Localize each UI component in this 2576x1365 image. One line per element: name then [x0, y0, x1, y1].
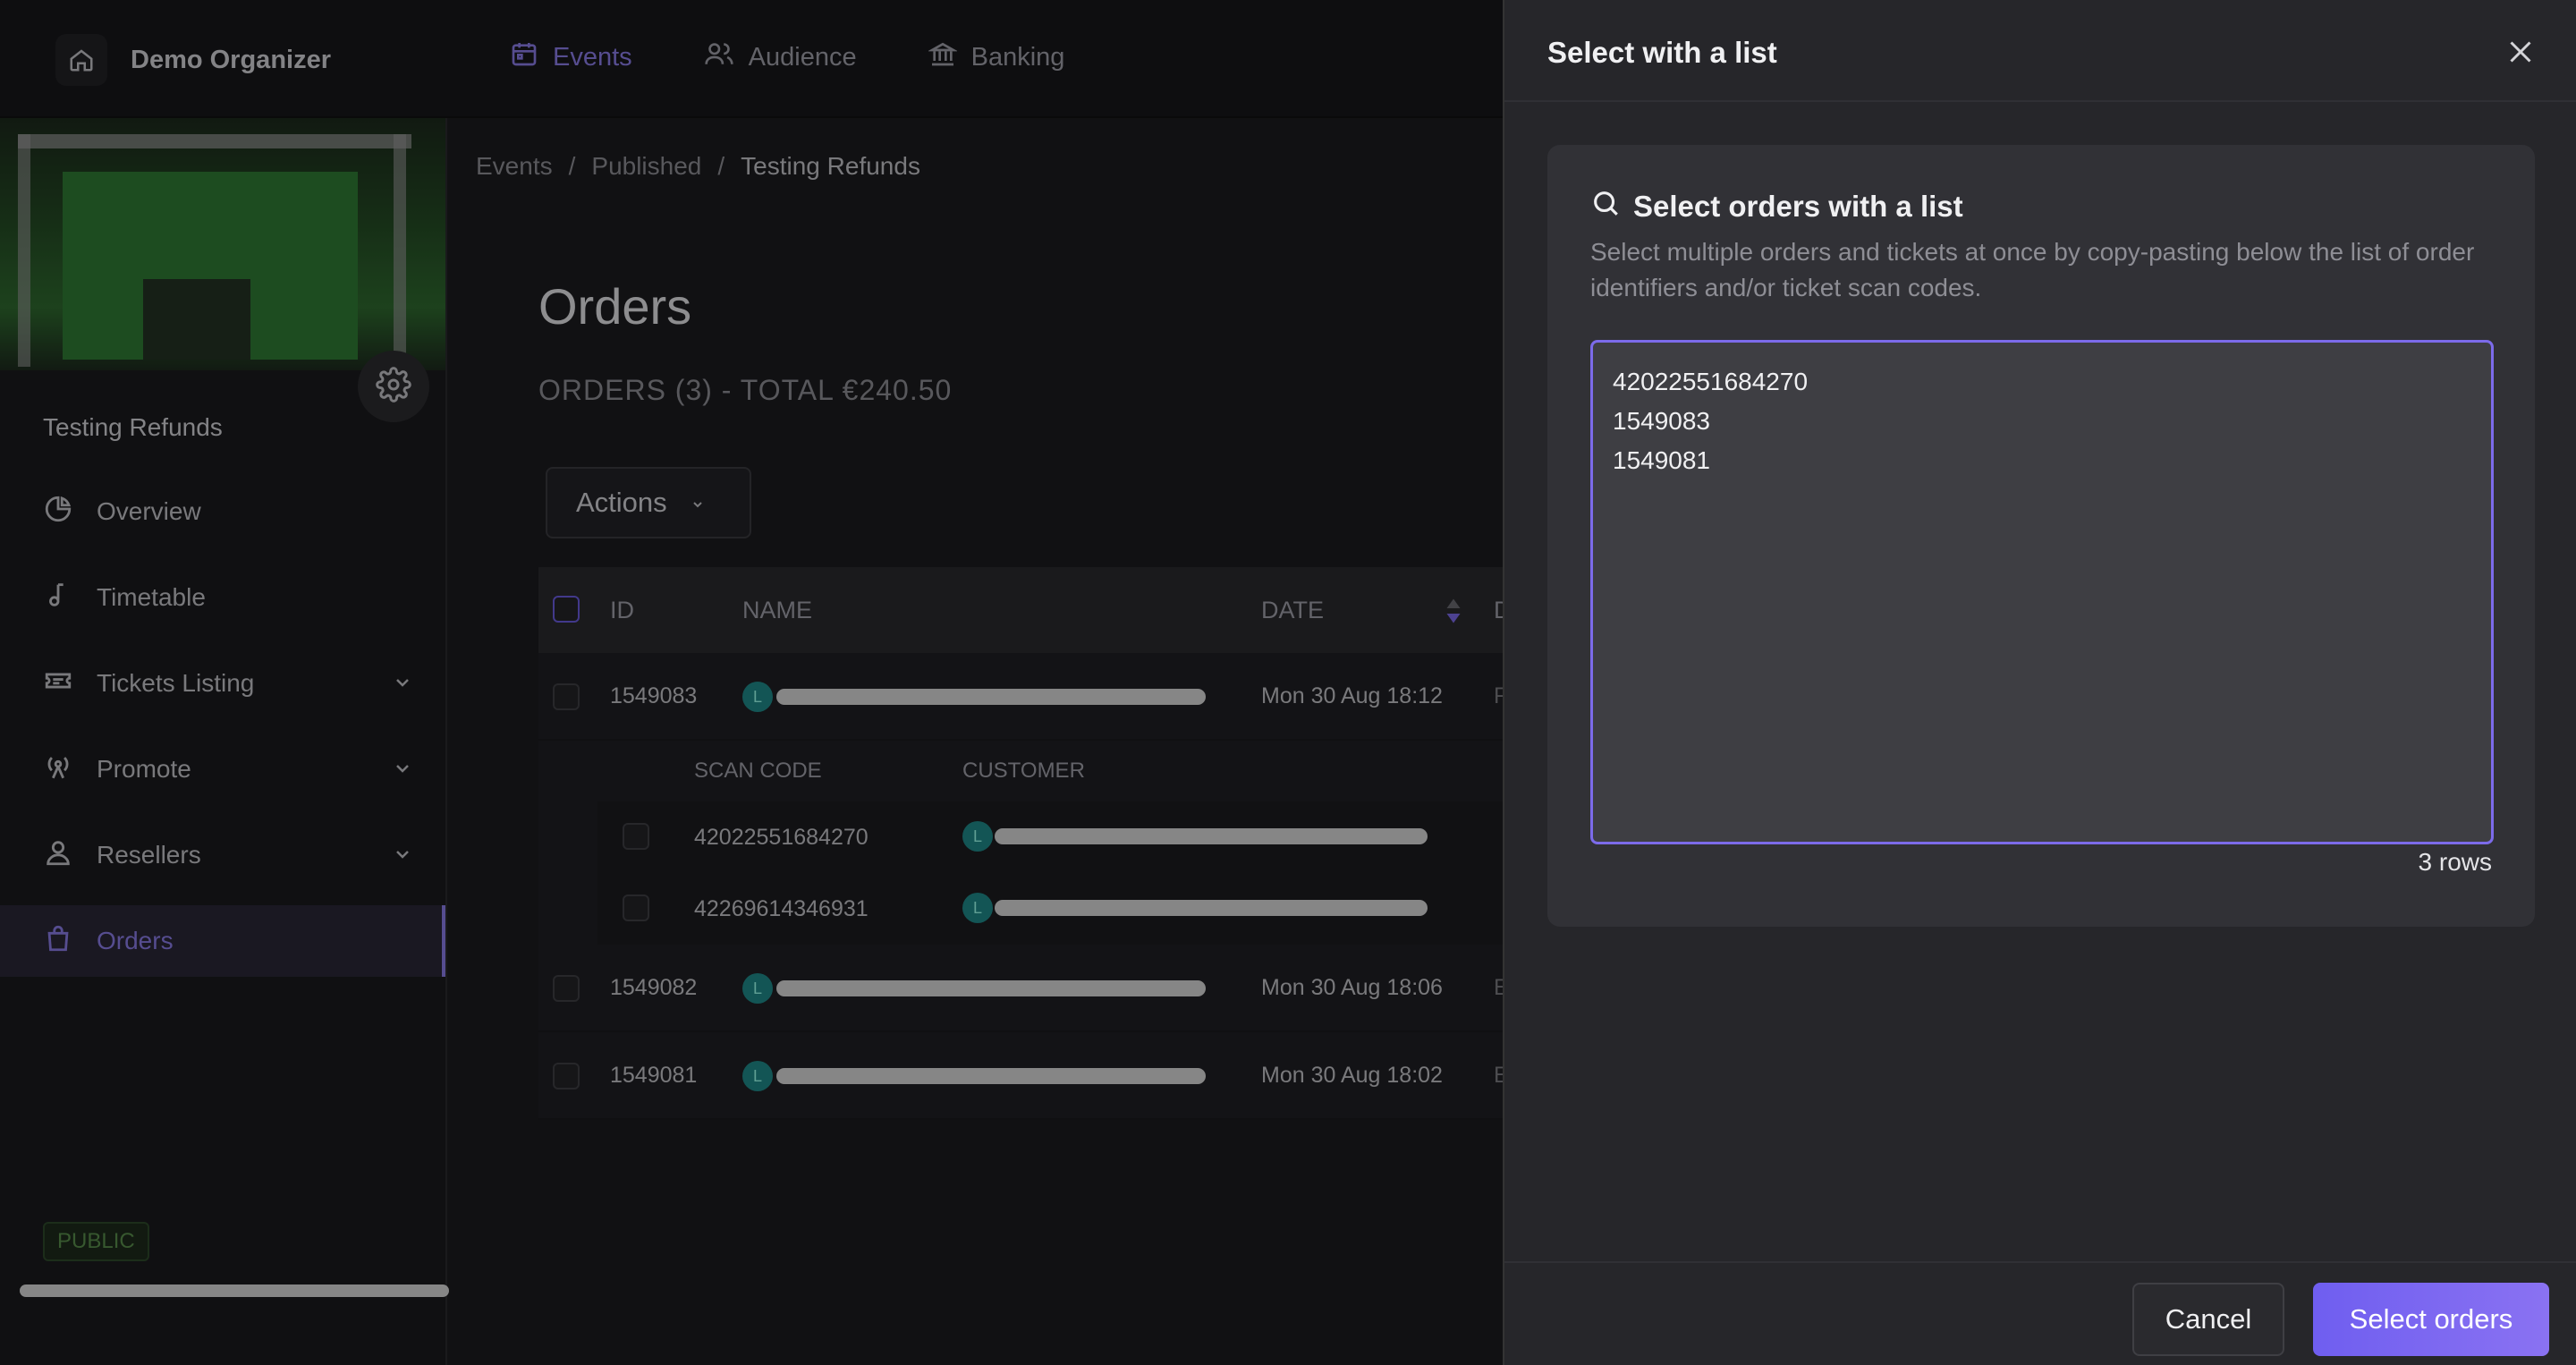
select-orders-button[interactable]: Select orders — [2313, 1283, 2549, 1356]
select-with-list-drawer: Select with a list Select orders with a … — [1503, 0, 2576, 1365]
card-description: Select multiple orders and tickets at on… — [1590, 238, 2475, 301]
close-icon — [2504, 41, 2537, 72]
identifiers-textarea[interactable] — [1590, 340, 2494, 844]
close-button[interactable] — [2504, 36, 2537, 68]
card-title: Select orders with a list — [1590, 188, 1963, 225]
search-icon — [1590, 188, 1621, 225]
cancel-button[interactable]: Cancel — [2132, 1283, 2284, 1356]
drawer-header: Select with a list — [1504, 0, 2576, 102]
select-orders-card: Select orders with a list Select multipl… — [1547, 145, 2535, 927]
drawer-footer: Cancel Select orders — [1504, 1261, 2576, 1365]
rows-count: 3 rows — [2418, 848, 2492, 876]
card-title-text: Select orders with a list — [1633, 190, 1963, 223]
modal-backdrop[interactable] — [0, 0, 1503, 1365]
drawer-title: Select with a list — [1547, 36, 1777, 69]
